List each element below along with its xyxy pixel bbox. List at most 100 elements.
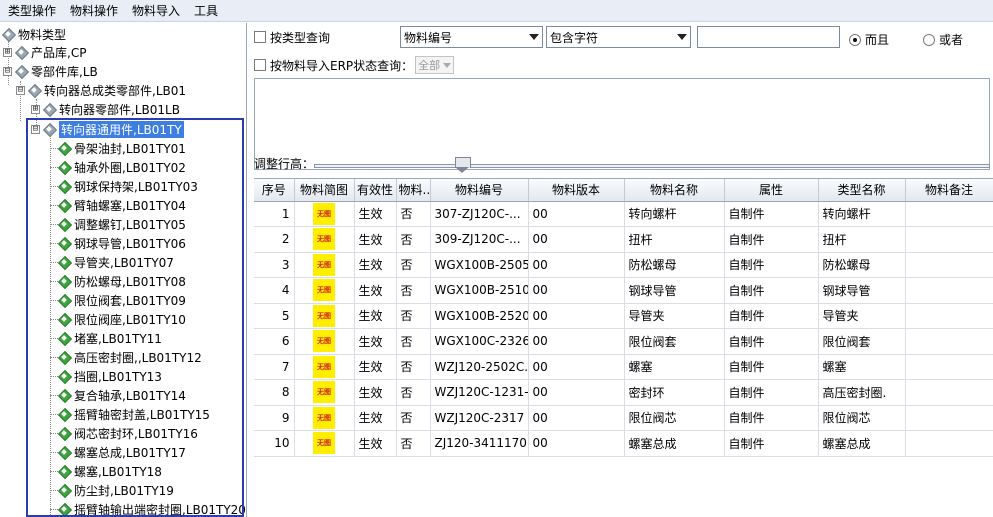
tree-leaf-item[interactable]: 臂轴螺塞,LB01TY04: [58, 196, 186, 214]
cell-note: [905, 405, 993, 431]
by-type-query[interactable]: 按类型查询: [254, 26, 330, 48]
material-table[interactable]: 序号 物料简图 有效性 物料... 物料编号 物料版本 物料名称 属性 类型名称…: [254, 178, 993, 517]
tree-leaf-item[interactable]: 限位阀座,LB01TY10: [58, 310, 186, 328]
tree-node-steering-common[interactable]: ⊟ 转向器通用件,LB01TY: [31, 120, 184, 138]
table-row[interactable]: 10无图生效否ZJ120-3411170...00螺塞总成自制件螺塞总成: [254, 430, 993, 457]
by-type-checkbox[interactable]: [254, 31, 266, 43]
tree-root[interactable]: 物料类型: [2, 25, 66, 43]
cell-index: 7: [254, 354, 295, 380]
cell-version: 00: [528, 277, 625, 304]
cell-version: 00: [528, 405, 625, 431]
collapse-icon[interactable]: ⊟: [31, 124, 40, 134]
tree-node-label: 零部件库,LB: [31, 64, 98, 79]
material-leaf-icon: [58, 180, 70, 192]
and-radio-option[interactable]: 而且: [849, 31, 889, 48]
tree-leaf-item[interactable]: 堵塞,LB01TY11: [58, 329, 162, 347]
col-header-thumbnail[interactable]: 物料简图: [294, 179, 355, 202]
match-select[interactable]: 包含字符: [546, 26, 691, 48]
table-row[interactable]: 3 无图 生效否 WGX100B-2505 00 防松螺母 自制件 防松螺母: [254, 252, 993, 278]
material-type-tree[interactable]: 物料类型 ⊞ 产品库,CP ⊟ 零部件库,LB ⊟ 转向器总成类零部件,LB01…: [0, 23, 247, 517]
col-header-type-name[interactable]: 类型名称: [818, 179, 906, 202]
col-header-code[interactable]: 物料编号: [430, 179, 529, 202]
cell-attribute: 自制件: [724, 430, 819, 457]
material-leaf-icon: [58, 351, 70, 363]
collapse-icon[interactable]: ⊟: [3, 66, 12, 76]
tree-leaf-item[interactable]: 摇臂轴输出端密封圈,LB01TY20: [58, 500, 246, 517]
col-header-attribute[interactable]: 属性: [724, 179, 819, 202]
table-row[interactable]: 5无图生效否WGX100B-2520...00导管夹自制件导管夹: [254, 303, 993, 329]
tree-leaf-item[interactable]: 限位阀套,LB01TY09: [58, 291, 186, 309]
cell-code: 309-ZJ120C-...: [430, 226, 529, 253]
collapse-icon[interactable]: ⊟: [16, 85, 25, 95]
col-header-validity[interactable]: 有效性: [354, 179, 397, 202]
table-row[interactable]: 2 无图 生效否 309-ZJ120C-... 00 扭杆 自制件 扭杆: [254, 226, 993, 253]
erp-status-select[interactable]: 全部: [415, 56, 455, 74]
menu-type-ops[interactable]: 类型操作: [4, 2, 66, 19]
col-header-version[interactable]: 物料版本: [528, 179, 625, 202]
no-image-thumbnail-icon: 无图: [313, 355, 335, 378]
tree-node-product[interactable]: ⊞ 产品库,CP: [3, 43, 86, 61]
table-row[interactable]: 9 无图 生效否 WZJ120C-2317 00 限位阀芯 自制件 限位阀芯: [254, 405, 993, 431]
tree-leaf-label: 高压密封圈,,LB01TY12: [74, 350, 202, 365]
tree-node-steering-assembly[interactable]: ⊟ 转向器总成类零部件,LB01: [16, 81, 186, 99]
tree-leaf-item[interactable]: 调整螺钉,LB01TY05: [58, 215, 186, 233]
menu-material-import[interactable]: 物料导入: [128, 2, 190, 19]
erp-status-query[interactable]: 按物料导入ERP状态查询： 全部: [254, 54, 455, 76]
cell-validity: 生效: [354, 201, 397, 227]
material-leaf-icon: [58, 142, 70, 154]
table-row[interactable]: 1 无图 生效否 307-ZJ120C-... 00 转向螺杆 自制件 转向螺杆: [254, 201, 993, 227]
tree-leaf-item[interactable]: 导管夹,LB01TY07: [58, 253, 174, 271]
cell-attribute: 自制件: [724, 328, 819, 355]
col-header-note[interactable]: 物料备注: [905, 179, 993, 202]
cell-code: WZJ120C-1231-A: [430, 379, 529, 406]
tree-leaf-item[interactable]: 挡圈,LB01TY13: [58, 367, 162, 385]
tree-leaf-item[interactable]: 防松螺母,LB01TY08: [58, 272, 186, 290]
cell-type-name: 高压密封圈.: [818, 379, 906, 406]
tree-leaf-item[interactable]: 复合轴承,LB01TY14: [58, 386, 186, 404]
tree-node-parts[interactable]: ⊟ 零部件库,LB: [3, 62, 98, 80]
tree-leaf-label: 臂轴螺塞,LB01TY04: [74, 198, 186, 213]
tree-leaf-item[interactable]: 钢球导管,LB01TY06: [58, 234, 186, 252]
tree-leaf-item[interactable]: 防尘封,LB01TY19: [58, 481, 174, 499]
col-header-flag[interactable]: 物料...: [396, 179, 431, 202]
tree-leaf-item[interactable]: 轴承外圈,LB01TY02: [58, 158, 186, 176]
cell-name: 限位阀芯: [624, 405, 725, 431]
or-radio[interactable]: [923, 33, 935, 46]
tree-leaf-label: 摇臂轴密封盖,LB01TY15: [74, 407, 210, 422]
table-row[interactable]: 6 无图 生效否 WGX100C-2326 00 限位阀套 自制件 限位阀套: [254, 328, 993, 355]
cell-code: 307-ZJ120C-...: [430, 201, 529, 227]
field-select[interactable]: 物料编号: [400, 26, 543, 48]
tree-leaf-item[interactable]: 钢球保持架,LB01TY03: [58, 177, 198, 195]
tree-leaf-item[interactable]: 骨架油封,LB01TY01: [58, 139, 186, 157]
cell-flag: 否: [396, 303, 431, 329]
menu-material-ops[interactable]: 物料操作: [66, 2, 128, 19]
col-header-index[interactable]: 序号: [254, 179, 295, 202]
row-height-slider-thumb[interactable]: [455, 157, 471, 173]
col-header-name[interactable]: 物料名称: [624, 179, 725, 202]
tree-leaf-item[interactable]: 螺塞总成,LB01TY17: [58, 443, 186, 461]
tree-leaf-item[interactable]: 螺塞,LB01TY18: [58, 462, 162, 480]
no-image-thumbnail-icon: 无图: [313, 279, 335, 302]
no-image-thumbnail-icon: 无图: [313, 253, 335, 276]
cell-attribute: 自制件: [724, 354, 819, 380]
table-row[interactable]: 4 无图 生效否 WGX100B-2510 00 钢球导管 自制件 钢球导管: [254, 277, 993, 304]
and-radio[interactable]: [849, 33, 861, 46]
tree-leaf-item[interactable]: 阀芯密封环,LB01TY16: [58, 424, 198, 442]
material-leaf-icon: [58, 408, 70, 420]
tree-leaf-item[interactable]: 摇臂轴密封盖,LB01TY15: [58, 405, 210, 423]
expand-icon[interactable]: ⊞: [31, 104, 40, 114]
table-row[interactable]: 8 无图 生效否 WZJ120C-1231-A 00 密封环 自制件 高压密封圈.: [254, 379, 993, 406]
menu-tools[interactable]: 工具: [190, 2, 228, 19]
tree-leaf-label: 螺塞总成,LB01TY17: [74, 445, 186, 460]
cell-type-name: 限位阀芯: [818, 405, 906, 431]
tree-leaf-item[interactable]: 高压密封圈,,LB01TY12: [58, 348, 202, 366]
cell-index: 4: [254, 277, 295, 304]
erp-status-checkbox[interactable]: [254, 59, 266, 71]
search-input[interactable]: [697, 26, 840, 48]
row-height-slider-track[interactable]: [314, 157, 990, 173]
or-radio-option[interactable]: 或者: [923, 31, 963, 48]
tree-node-steering-parts[interactable]: ⊞ 转向器零部件,LB01LB: [31, 100, 180, 118]
material-leaf-icon: [58, 199, 70, 211]
expand-icon[interactable]: ⊞: [3, 47, 12, 57]
table-row[interactable]: 7 无图 生效否 WZJ120-2502C... 00 螺塞 自制件 螺塞: [254, 354, 993, 380]
